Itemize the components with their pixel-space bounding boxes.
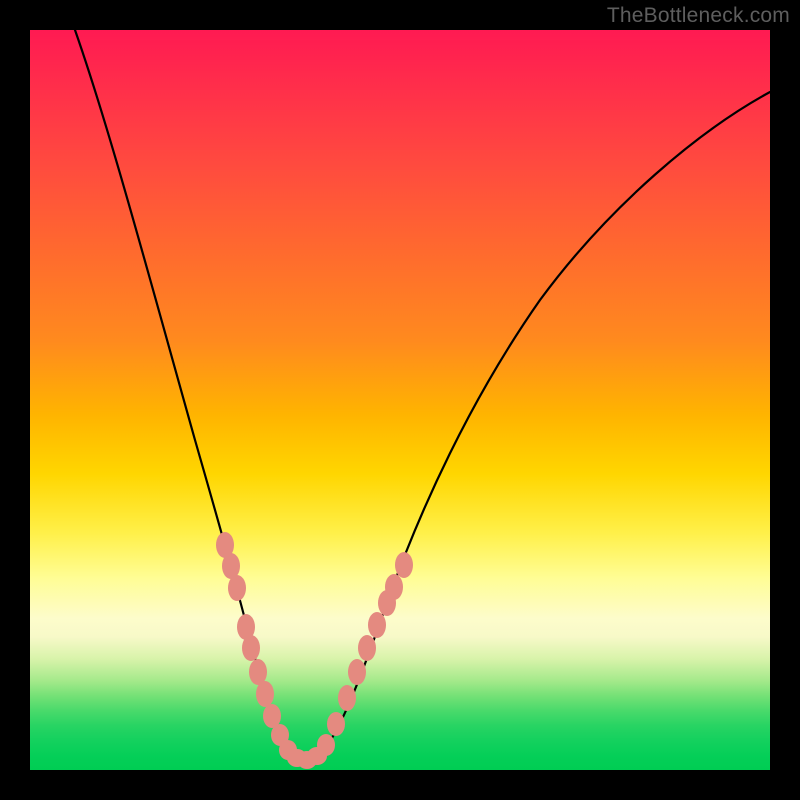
chart-stage: TheBottleneck.com [0,0,800,800]
watermark-text: TheBottleneck.com [607,4,790,28]
gradient-panel [30,30,770,770]
